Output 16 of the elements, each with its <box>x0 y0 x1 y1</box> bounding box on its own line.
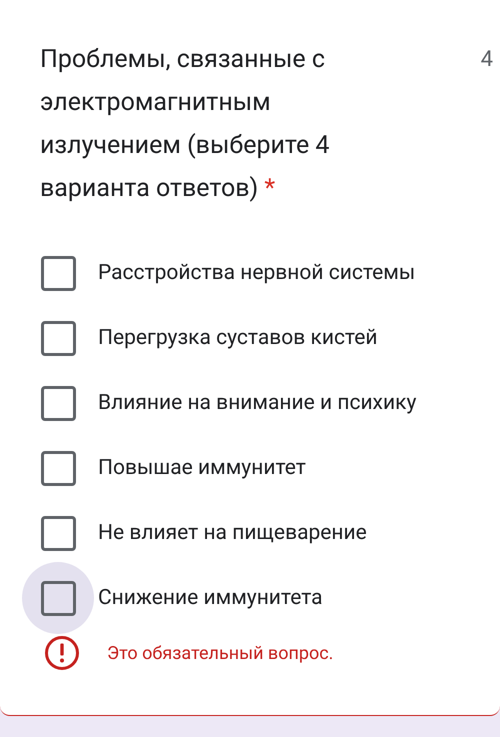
option-label[interactable]: Повышае иммунитет <box>98 456 306 480</box>
checkbox[interactable] <box>40 386 76 420</box>
option-label[interactable]: Перегрузка суставов кистей <box>98 326 378 350</box>
checkbox[interactable] <box>40 450 76 486</box>
error-message: Это обязательный вопрос. <box>107 642 334 664</box>
checkbox[interactable] <box>40 256 76 290</box>
option-label[interactable]: Расстройства нервной системы <box>98 261 416 285</box>
checkbox[interactable] <box>40 320 76 356</box>
option-label[interactable]: Влияние на внимание и психику <box>98 391 416 415</box>
option-label[interactable]: Не влияет на пищеварение <box>98 521 367 545</box>
question-title: Проблемы, связанные с электромагнитным излучением (выберите 4 варианта ответов) * <box>40 44 330 205</box>
checkbox[interactable] <box>40 516 76 550</box>
checkbox[interactable] <box>40 580 76 616</box>
error-icon <box>44 635 80 671</box>
points-label: 4 <box>480 46 493 74</box>
option-label[interactable]: Снижение иммунитета <box>98 586 323 610</box>
